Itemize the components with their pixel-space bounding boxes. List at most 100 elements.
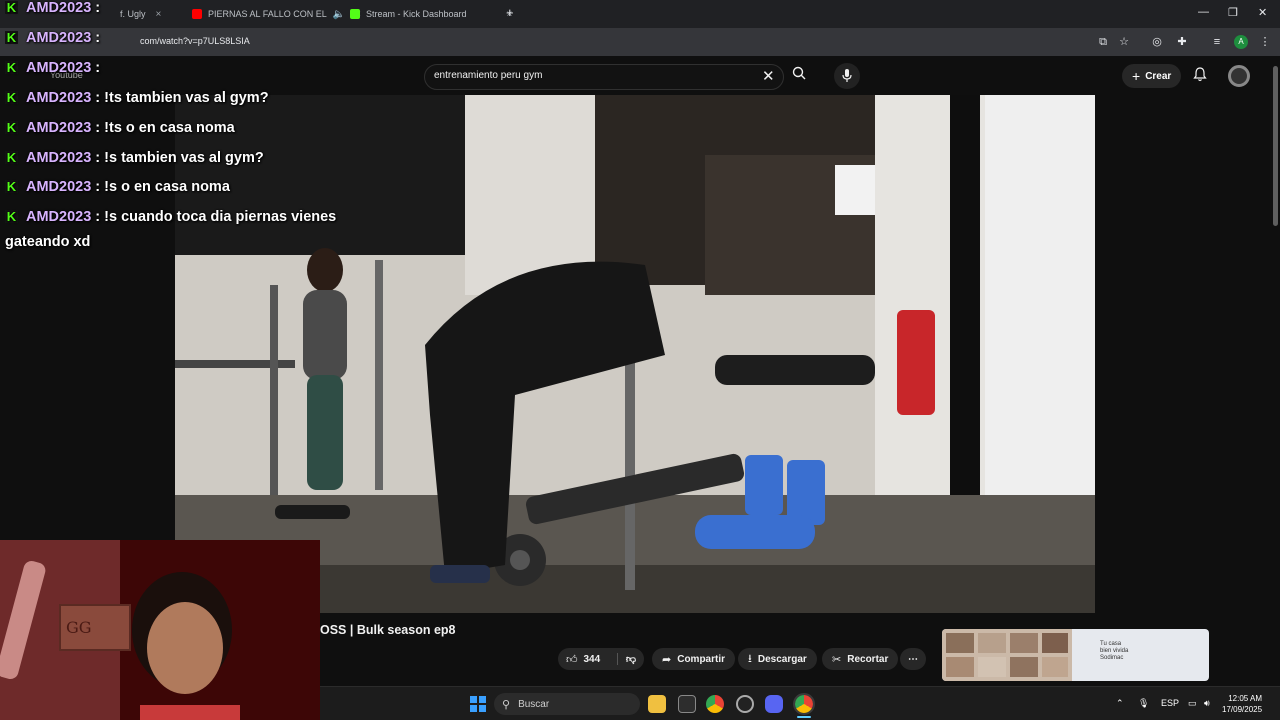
chat-separator: : (91, 209, 105, 225)
chat-message: K AMD2023 : !ts tambien vas al gym? (5, 90, 269, 106)
chat-text: !s tambien vas al gym? (104, 150, 264, 166)
chat-username: AMD2023 (26, 60, 92, 76)
related-videos-panel (1095, 95, 1280, 685)
language-indicator[interactable]: ESP (1161, 698, 1179, 708)
extension-icon[interactable]: ◎ (1150, 35, 1164, 49)
webcam-sign-text: GG (66, 618, 92, 637)
download-icon: ⭳ (748, 652, 752, 665)
thumbs-down-icon: 👎︎ (625, 654, 636, 665)
kick-badge-icon: K (5, 0, 18, 15)
search-query-text: entrenamiento peru gym (434, 70, 543, 81)
chat-username: AMD2023 (26, 90, 92, 106)
chat-username: AMD2023 (26, 120, 92, 136)
chat-message: K AMD2023 : (5, 30, 100, 46)
like-dislike-group: 👍︎ 344 👎︎ (558, 648, 644, 670)
chat-message: K AMD2023 : !s o en casa noma (5, 179, 230, 195)
close-window-button[interactable]: ✕ (1258, 6, 1267, 19)
kick-badge-icon: K (5, 209, 18, 224)
video-title: OSS | Bulk season ep8 (320, 623, 456, 637)
ad-line-3: Sodimac (1100, 655, 1124, 661)
chrome-icon[interactable] (706, 695, 724, 713)
scissors-icon: ✂ (832, 653, 842, 666)
share-button[interactable]: ➦ Compartir (652, 648, 736, 670)
volume-icon[interactable]: 🔊︎ (1204, 698, 1210, 709)
tray-overflow-icon[interactable]: ⌃ (1116, 698, 1124, 709)
more-actions-button[interactable]: ⋯ (900, 648, 926, 670)
kick-badge-icon: K (5, 30, 18, 45)
search-icon[interactable] (792, 66, 806, 83)
chat-separator: : (91, 179, 105, 195)
notifications-bell-icon[interactable] (1193, 67, 1207, 85)
webcam-overlay: GG (0, 540, 320, 720)
profile-avatar[interactable]: A (1234, 35, 1248, 49)
windows-start-icon[interactable] (470, 696, 486, 712)
chat-separator: : (91, 0, 101, 16)
mic-icon[interactable] (834, 63, 860, 89)
share-label: Compartir (677, 653, 726, 665)
new-tab-button[interactable]: + (506, 5, 514, 20)
chat-text: !ts o en casa noma (104, 120, 235, 136)
download-button[interactable]: ⭳ Descargar (738, 648, 817, 670)
ad-text: Tu casa bien vivida Sodimac (1100, 641, 1128, 662)
scrollbar-thumb[interactable] (1273, 66, 1278, 226)
chat-text: !ts tambien vas al gym? (104, 90, 269, 106)
clip-label: Recortar (847, 653, 889, 665)
chat-separator: : (91, 90, 105, 106)
ad-line-2: bien vivida (1100, 648, 1129, 654)
store-icon[interactable] (678, 695, 696, 713)
install-app-icon[interactable]: ⧉ (1096, 35, 1110, 49)
like-count: 344 (583, 653, 601, 665)
chat-separator: : (91, 120, 105, 136)
bookmark-star-icon[interactable]: ☆ (1117, 35, 1131, 49)
taskbar-clock[interactable]: 12:05 AM 17/09/2025 (1222, 693, 1262, 715)
streamer-camera-image (0, 540, 320, 720)
chat-username: AMD2023 (26, 30, 92, 46)
chat-username: AMD2023 (26, 179, 92, 195)
minimize-button[interactable]: — (1198, 6, 1209, 18)
stream-chat-overlay: K AMD2023 : K AMD2023 : K AMD2023 : K AMD202… (0, 0, 410, 260)
dislike-button[interactable]: 👎︎ (616, 653, 636, 665)
chat-username: AMD2023 (26, 150, 92, 166)
chat-username: AMD2023 (26, 0, 92, 16)
create-button[interactable]: + Crear (1122, 64, 1182, 88)
kick-badge-icon: K (5, 179, 18, 194)
chat-message: K AMD2023 : !s tambien vas al gym? (5, 150, 264, 166)
chat-separator: : (91, 150, 105, 166)
chat-message: K AMD2023 : (5, 0, 100, 16)
maximize-button[interactable]: ❐ (1228, 6, 1238, 19)
chat-message: K AMD2023 : !s cuando toca dia piernas vi… (5, 209, 336, 225)
active-app-indicator (797, 716, 811, 718)
clock-date: 17/09/2025 (1222, 705, 1263, 714)
taskbar-search[interactable]: ⚲ Buscar (494, 693, 640, 715)
discord-icon[interactable] (765, 695, 783, 713)
browser-menu-icon[interactable]: ⋮ (1258, 35, 1272, 49)
like-button[interactable]: 👍︎ 344 (566, 653, 600, 666)
search-icon: ⚲ (502, 698, 511, 711)
plus-icon: + (1132, 68, 1141, 84)
chat-text: !s o en casa noma (104, 179, 230, 195)
file-explorer-icon[interactable] (648, 695, 666, 713)
chat-username: AMD2023 (26, 209, 92, 225)
network-icon[interactable]: ▭ (1188, 698, 1197, 709)
create-label: Crear (1145, 70, 1172, 82)
clear-search-icon[interactable]: ✕ (762, 67, 775, 85)
chat-message: K AMD2023 : !ts o en casa noma (5, 120, 235, 136)
kick-badge-icon: K (5, 120, 18, 135)
chrome-active-icon[interactable] (793, 693, 815, 715)
ad-banner[interactable]: Tu casa bien vivida Sodimac (942, 629, 1209, 681)
thumbs-up-icon: 👍︎ (566, 653, 578, 666)
obs-icon[interactable] (736, 695, 754, 713)
extensions-puzzle-icon[interactable]: ✚ (1175, 35, 1189, 49)
ad-line-1: Tu casa (1100, 641, 1122, 647)
chat-text: !s cuando toca dia piernas vienes (104, 209, 337, 225)
clip-button[interactable]: ✂ Recortar (822, 648, 899, 670)
kick-badge-icon: K (5, 90, 18, 105)
youtube-account-avatar[interactable] (1228, 65, 1250, 87)
taskbar-search-label: Buscar (518, 698, 550, 710)
share-arrow-icon: ➦ (662, 653, 672, 666)
clock-time: 12:05 AM (1228, 694, 1263, 703)
microphone-tray-icon[interactable]: 🎙︎ (1138, 698, 1149, 709)
chat-separator: : (91, 60, 101, 76)
kick-badge-icon: K (5, 150, 18, 165)
media-control-icon[interactable]: ≡ (1210, 35, 1224, 49)
